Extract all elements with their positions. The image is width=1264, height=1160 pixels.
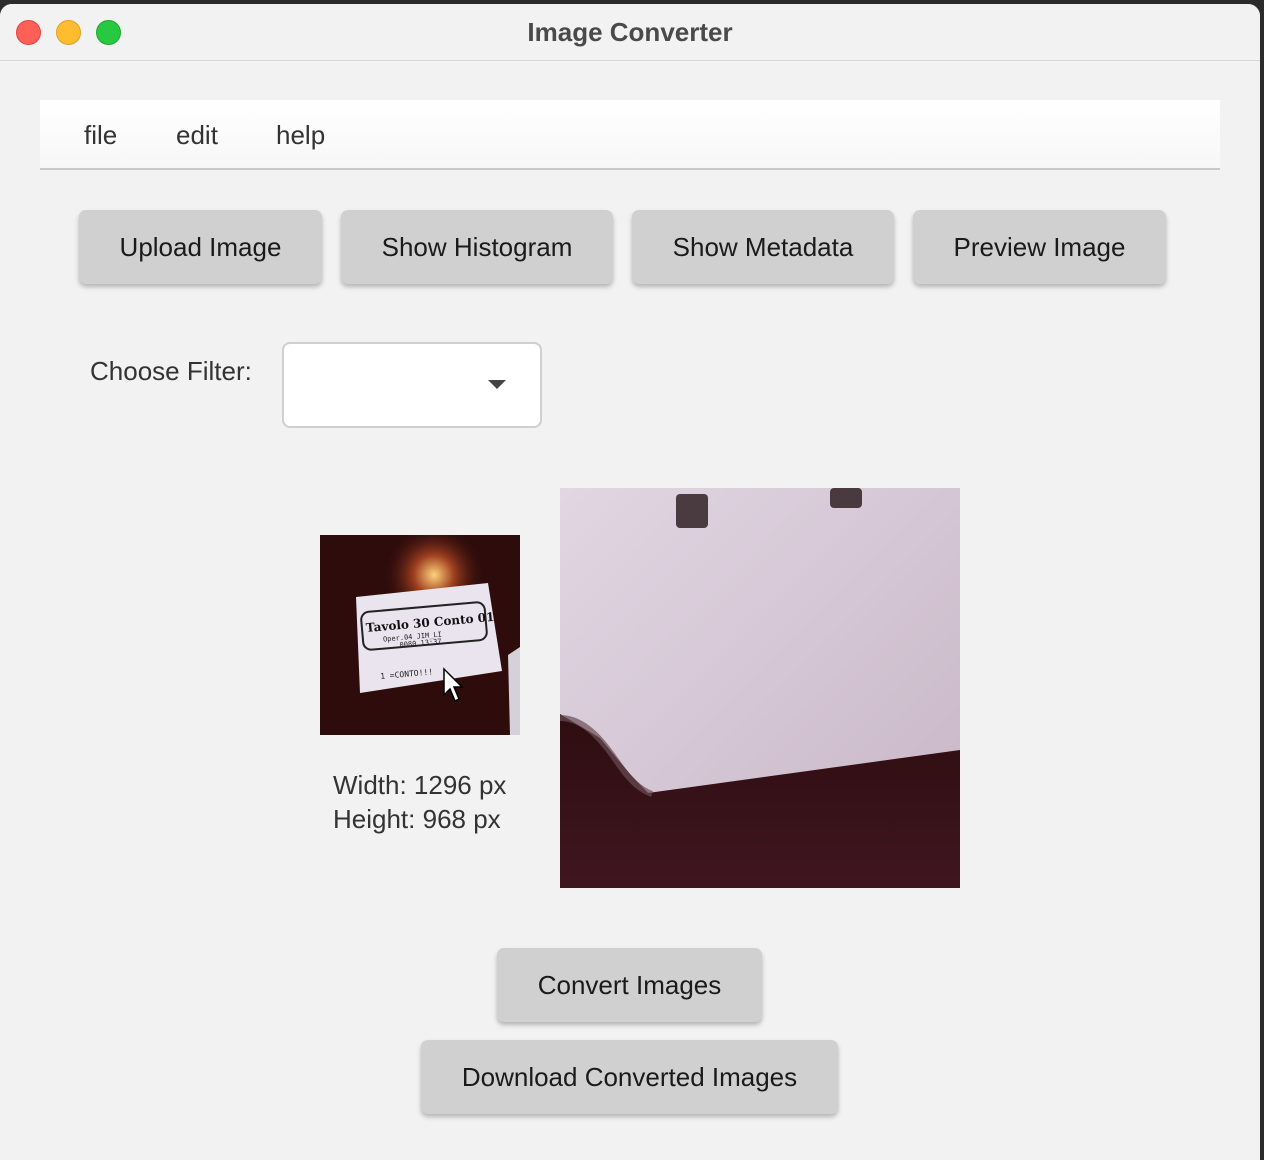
- image-preview[interactable]: [560, 488, 960, 888]
- app-window: Image Converter file edit help Upload Im…: [0, 4, 1260, 1160]
- preview-mark-left: [676, 494, 708, 528]
- image-height-text: Height: 968 px: [333, 804, 501, 834]
- choose-filter-label: Choose Filter:: [90, 356, 252, 386]
- preview-mark-right: [830, 488, 862, 508]
- show-histogram-button[interactable]: Show Histogram: [341, 210, 613, 284]
- filter-dropdown[interactable]: [282, 342, 542, 428]
- image-width-text: Width: 1296 px: [333, 770, 507, 800]
- menu-bar: file edit help: [40, 100, 1220, 170]
- uploaded-image-thumbnail[interactable]: Tavolo 30 Conto 01 Oper.04 JIM_LI 0080 1…: [320, 535, 520, 735]
- menu-help[interactable]: help: [276, 120, 325, 151]
- convert-images-button[interactable]: Convert Images: [497, 948, 762, 1022]
- preview-image-button[interactable]: Preview Image: [913, 210, 1166, 284]
- window-title: Image Converter: [527, 17, 733, 47]
- image-dimensions: Width: 1296 px Height: 968 px: [333, 768, 506, 836]
- download-converted-images-button[interactable]: Download Converted Images: [421, 1040, 838, 1114]
- paper-edge: [508, 647, 520, 735]
- show-metadata-button[interactable]: Show Metadata: [632, 210, 894, 284]
- title-bar: Image Converter: [0, 4, 1260, 61]
- chevron-down-icon: [488, 380, 506, 389]
- menu-edit[interactable]: edit: [176, 120, 218, 151]
- menu-file[interactable]: file: [84, 120, 117, 151]
- upload-image-button[interactable]: Upload Image: [79, 210, 322, 284]
